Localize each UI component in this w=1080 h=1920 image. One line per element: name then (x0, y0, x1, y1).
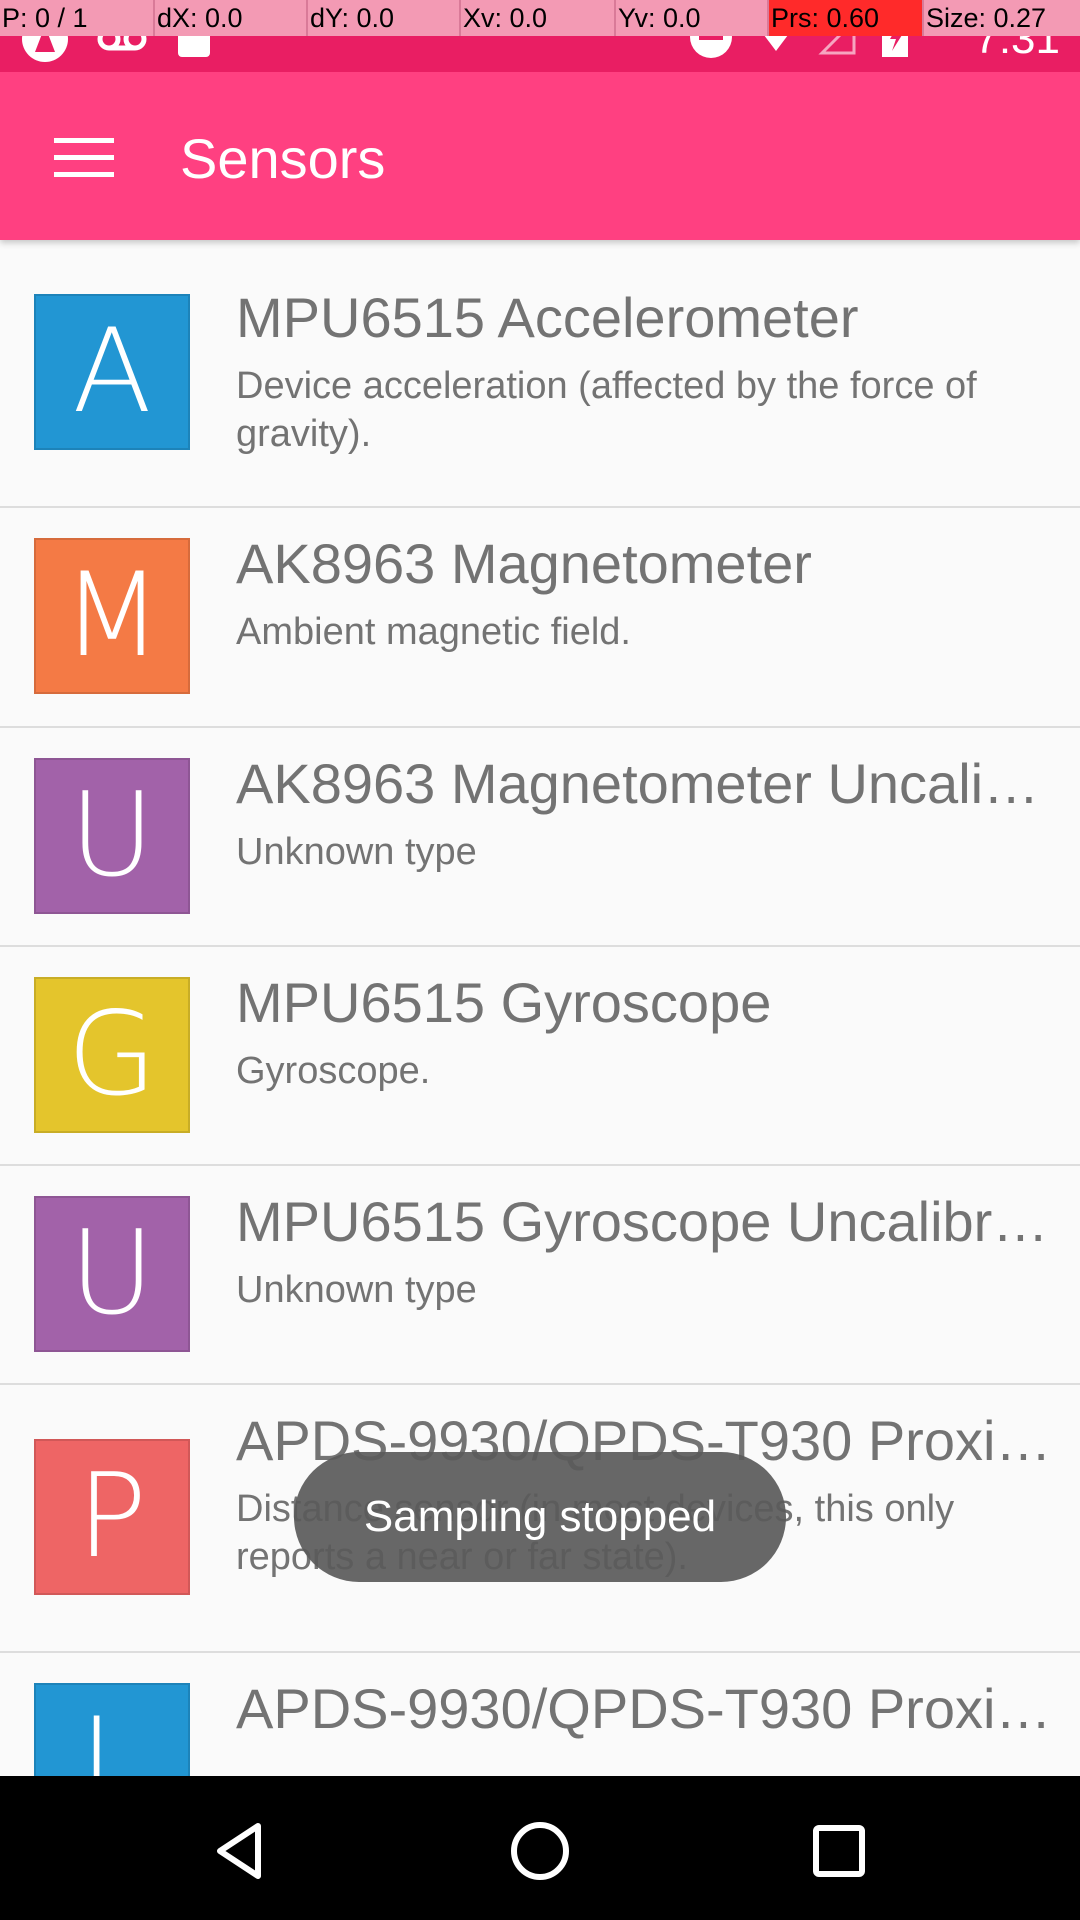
sensor-name: MPU6515 Gyroscope (236, 971, 772, 1034)
debug-x-velocity: Xv: 0.0 (461, 0, 616, 36)
recents-icon[interactable] (804, 1816, 874, 1886)
list-item[interactable]: A MPU6515 Accelerometer Device accelerat… (0, 240, 1080, 508)
debug-size: Size: 0.27 (926, 3, 1047, 33)
sensor-description: Gyroscope. (236, 1050, 431, 1092)
sensor-letter-icon: U (34, 758, 190, 914)
debug-dx: dX: 0.0 (155, 0, 308, 36)
toast-message: Sampling stopped (294, 1452, 786, 1582)
page-title: Sensors (180, 127, 386, 190)
sensor-description: Ambient magnetic field. (236, 611, 631, 653)
sensor-name: MPU6515 Gyroscope Uncalibrated (236, 1190, 1070, 1253)
list-item[interactable]: M AK8963 Magnetometer Ambient magnetic f… (0, 508, 1080, 728)
menu-icon[interactable] (54, 138, 114, 178)
debug-dy: dY: 0.0 (308, 0, 461, 36)
sensor-description: Unknown type (236, 1269, 477, 1311)
sensor-letter-icon: A (34, 294, 190, 450)
sensor-description: Device acceleration (affected by the for… (236, 365, 977, 455)
navigation-bar (0, 1776, 1080, 1920)
back-icon[interactable] (206, 1816, 276, 1886)
sensor-name: MPU6515 Accelerometer (236, 286, 859, 349)
debug-pointer-count: P: 0 / 1 (0, 0, 155, 36)
sensor-letter-icon: M (34, 538, 190, 694)
app-bar: Sensors (0, 72, 1080, 240)
pointer-location-overlay: P: 0 / 1 dX: 0.0 dY: 0.0 Xv: 0.0 Yv: 0.0… (0, 0, 1080, 36)
list-item[interactable]: U MPU6515 Gyroscope Uncalibrated Unknown… (0, 1166, 1080, 1385)
debug-y-velocity: Yv: 0.0 (616, 0, 769, 36)
sensor-description: Unknown type (236, 831, 477, 873)
sensor-letter-icon: P (34, 1439, 190, 1595)
sensor-name: AK8963 Magnetometer Uncalibrated (236, 752, 1070, 815)
debug-pressure: Prs: 0.60 (769, 0, 924, 36)
list-item[interactable]: G MPU6515 Gyroscope Gyroscope. (0, 947, 1080, 1166)
sensor-name: APDS-9930/QPDS-T930 Proximity (236, 1677, 1070, 1740)
sensor-letter-icon: U (34, 1196, 190, 1352)
list-item[interactable]: L APDS-9930/QPDS-T930 Proximity (0, 1653, 1080, 1776)
sensor-letter-icon: G (34, 977, 190, 1133)
sensor-letter-icon: L (34, 1683, 190, 1776)
list-item[interactable]: U AK8963 Magnetometer Uncalibrated Unkno… (0, 728, 1080, 947)
sensor-name: AK8963 Magnetometer (236, 532, 812, 595)
home-icon[interactable] (505, 1816, 575, 1886)
